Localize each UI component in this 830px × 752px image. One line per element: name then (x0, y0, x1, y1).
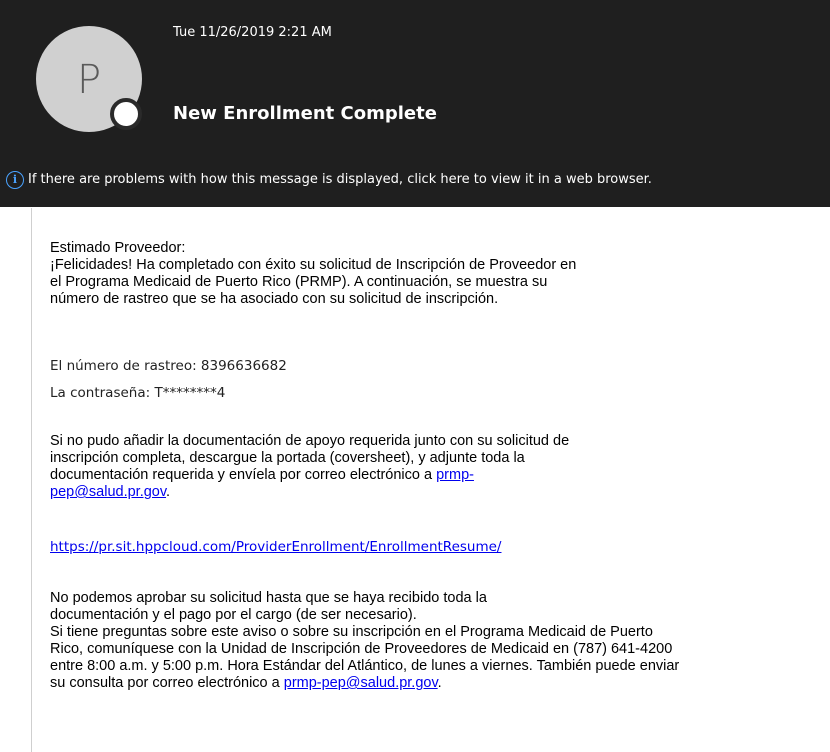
password-line: La contraseña: T********4 (50, 385, 226, 401)
tracking-number: El número de rastreo: 8396636682 (50, 358, 287, 374)
view-in-browser-bar[interactable]: i If there are problems with how this me… (6, 171, 824, 191)
paragraph1-line3: número de rastreo que se ha asociado con… (50, 291, 499, 307)
email-link-part1[interactable]: prmp- (436, 467, 474, 483)
paragraph3-line5: entre 8:00 a.m. y 5:00 p.m. Hora Estánda… (50, 658, 680, 674)
email-link-part2[interactable]: pep@salud.pr.gov (50, 484, 166, 500)
message-date: Tue 11/26/2019 2:21 AM (173, 25, 332, 40)
period-text: . (166, 484, 171, 500)
paragraph2-line3: documentación requerida y envíela por co… (50, 467, 474, 484)
enrollment-resume-link[interactable]: https://pr.sit.hppcloud.com/ProviderEnro… (50, 539, 501, 555)
view-in-browser-text: If there are problems with how this mess… (28, 172, 652, 187)
paragraph3-line4: Rico, comuníquese con la Unidad de Inscr… (50, 641, 673, 657)
message-subject: New Enrollment Complete (173, 103, 437, 124)
message-header: P Tue 11/26/2019 2:21 AM New Enrollment … (0, 0, 830, 207)
paragraph3-line6-text: su consulta por correo electrónico a (50, 675, 284, 691)
paragraph3-line3: Si tiene preguntas sobre este aviso o so… (50, 624, 653, 640)
info-icon: i (6, 171, 24, 189)
paragraph2-line2: inscripción completa, descargue la porta… (50, 450, 525, 466)
paragraph2-line3-text: documentación requerida y envíela por co… (50, 467, 437, 483)
paragraph1-line2: el Programa Medicaid de Puerto Rico (PRM… (50, 274, 548, 290)
paragraph3-line2: documentación y el pago por el cargo (de… (50, 607, 417, 623)
paragraph1-line1: ¡Felicidades! Ha completado con éxito su… (50, 257, 577, 273)
contact-email-link[interactable]: prmp-pep@salud.pr.gov (284, 675, 438, 691)
paragraph2-line1: Si no pudo añadir la documentación de ap… (50, 433, 570, 449)
greeting-text: Estimado Proveedor: (50, 240, 186, 256)
presence-status-icon (110, 98, 142, 130)
final-period: . (437, 675, 442, 691)
paragraph3-line6: su consulta por correo electrónico a prm… (50, 675, 442, 692)
paragraph3-line1: No podemos aprobar su solicitud hasta qu… (50, 590, 487, 606)
url-line: https://pr.sit.hppcloud.com/ProviderEnro… (50, 537, 501, 557)
paragraph2-line4: pep@salud.pr.gov. (50, 484, 170, 501)
